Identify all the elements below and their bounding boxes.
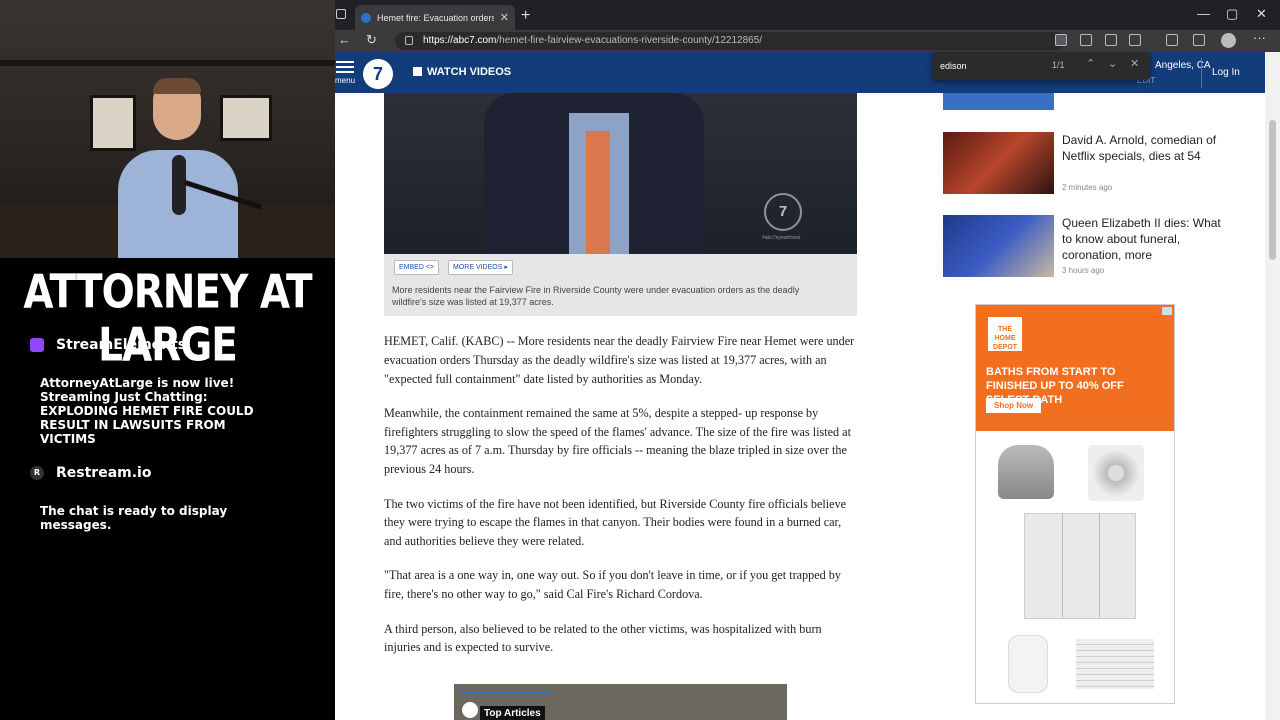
menu-button[interactable]: menu (335, 58, 355, 85)
collections-icon[interactable] (1193, 34, 1205, 46)
abc7-favicon-icon (361, 12, 371, 23)
tab-active[interactable]: Hemet fire: Evacuation orders e ✕ (355, 5, 515, 30)
tab-bar: Hemet fire: Evacuation orders e ✕ + — ▢ … (335, 0, 1280, 30)
article-paragraph: A third person, also believed to be rela… (384, 621, 822, 655)
vanity-seam (1062, 514, 1063, 618)
home-depot-logo: THE HOME DEPOT (988, 317, 1022, 351)
find-input[interactable] (940, 58, 1040, 74)
url-host: https://abc7.com (423, 35, 497, 46)
read-aloud-icon[interactable] (1080, 34, 1092, 46)
bookshelf (0, 60, 335, 66)
tile-product-image (1088, 445, 1144, 501)
watermark-tag: #abc7eyewitness (762, 235, 801, 241)
scrollbar-thumb[interactable] (1269, 120, 1276, 260)
maximize-icon[interactable]: ▢ (1226, 6, 1238, 22)
rail-thumbnail[interactable] (943, 93, 1054, 110)
close-window-icon[interactable]: ✕ (1256, 6, 1267, 22)
next-match-icon[interactable]: ⌄ (1108, 57, 1117, 70)
ad-banner: THE HOME DEPOT BATHS FROM START TO FINIS… (976, 305, 1174, 431)
chat-source-restream: R Restream.io (30, 465, 151, 481)
rail-headline[interactable]: David A. Arnold, comedian of Netflix spe… (1062, 132, 1222, 164)
sidebar-toggle-icon[interactable] (336, 9, 346, 19)
favorites-list-icon[interactable] (1166, 34, 1178, 46)
tab-title: Hemet fire: Evacuation orders e (377, 12, 494, 23)
home-depot-ad[interactable]: THE HOME DEPOT BATHS FROM START TO FINIS… (975, 304, 1175, 704)
more-videos-button[interactable]: MORE VIDEOS ▸ (448, 260, 513, 275)
stool-product-image (1008, 635, 1048, 693)
location-label[interactable]: Angeles, CA (1155, 60, 1211, 71)
abc7-logo[interactable]: 7 (363, 59, 393, 89)
webcam-feed (0, 0, 335, 258)
find-match-count: 1/1 (1052, 60, 1065, 70)
watch-videos-label: WATCH VIDEOS (427, 66, 512, 78)
adchoices-icon[interactable] (1162, 307, 1172, 315)
find-bar: 1/1 ⌃ ⌄ ✕ (932, 52, 1150, 80)
chat-source-label: Restream.io (56, 465, 152, 481)
close-tab-icon[interactable]: ✕ (500, 11, 509, 24)
stream-overlay: ATTORNEY AT LARGE StreamElements Attorne… (0, 0, 335, 720)
article-paragraph: Meanwhile, the containment remained the … (384, 405, 851, 477)
hamburger-line (336, 61, 354, 63)
menu-label: menu (335, 76, 356, 85)
watch-videos-link[interactable]: WATCH VIDEOS (413, 66, 511, 78)
chat-message: AttorneyAtLarge is now live! Streaming J… (40, 376, 254, 446)
hamburger-line (336, 71, 354, 73)
video-caption: More residents near the Fairview Fire in… (392, 285, 800, 307)
login-link[interactable]: Log In (1212, 67, 1240, 78)
browser-window: Hemet fire: Evacuation orders e ✕ + — ▢ … (335, 0, 1280, 720)
abc7-watermark-icon: 7 (764, 193, 802, 231)
twitch-icon (30, 338, 44, 352)
header-divider (1201, 58, 1202, 88)
video-player[interactable]: 7 #abc7eyewitness (384, 93, 857, 254)
chat-message: The chat is ready to display messages. (40, 504, 228, 532)
page-scrollbar[interactable] (1265, 52, 1280, 720)
video-progress (460, 692, 552, 694)
lock-icon (405, 36, 413, 45)
towels-product-image (1076, 639, 1154, 689)
chat-source-label: StreamElements (56, 337, 187, 353)
channel-banner-title: ATTORNEY AT LARGE (23, 266, 312, 373)
top-articles-label: Top Articles (480, 706, 545, 720)
shop-now-button[interactable]: Shop Now (986, 398, 1042, 413)
abc7-logo-icon (462, 702, 478, 718)
video-caption-box: EMBED <> MORE VIDEOS ▸ More residents ne… (384, 254, 857, 316)
browser-toolbar: ← ↻ https://abc7.com/hemet-fire-fairview… (335, 30, 1280, 52)
faucet-product-image (998, 445, 1054, 499)
more-menu-icon[interactable]: ··· (1253, 30, 1266, 45)
top-articles-video[interactable]: Top Articles (454, 684, 787, 720)
streamer-hair (153, 78, 201, 94)
video-icon (413, 67, 422, 76)
article-body: HEMET, Calif. (KABC) -- More residents n… (384, 332, 860, 673)
article-paragraph: "That area is a one way in, one way out.… (384, 568, 841, 602)
new-tab-icon[interactable]: + (521, 7, 530, 25)
chat-source-streamelements: StreamElements (30, 337, 186, 353)
minimize-icon[interactable]: — (1197, 6, 1210, 21)
rail-timestamp: 3 hours ago (1062, 266, 1105, 275)
close-find-icon[interactable]: ✕ (1130, 57, 1139, 70)
restream-icon: R (30, 466, 44, 480)
embed-button[interactable]: EMBED <> (394, 260, 440, 275)
vanity-seam (1099, 514, 1100, 618)
rail-timestamp: 2 minutes ago (1062, 183, 1113, 192)
address-bar[interactable]: https://abc7.com/hemet-fire-fairview-eva… (395, 32, 1065, 50)
rail-thumbnail[interactable] (943, 132, 1054, 194)
previous-match-icon[interactable]: ⌃ (1086, 57, 1095, 70)
vanity-product-image (1024, 513, 1136, 619)
rail-headline[interactable]: Queen Elizabeth II dies: What to know ab… (1062, 215, 1222, 263)
article-paragraph: HEMET, Calif. (KABC) -- More residents n… (384, 334, 855, 386)
rail-thumbnail[interactable] (943, 215, 1054, 277)
back-icon[interactable]: ← (338, 32, 351, 47)
favorite-star-icon[interactable] (1129, 34, 1141, 46)
url-path: /hemet-fire-fairview-evacuations-riversi… (496, 35, 763, 46)
hamburger-line (336, 66, 354, 68)
anchor-tie (586, 131, 610, 254)
refresh-icon[interactable]: ↻ (366, 32, 377, 48)
profile-avatar-icon[interactable] (1221, 33, 1236, 48)
find-in-page-icon[interactable] (1055, 34, 1067, 46)
reader-view-icon[interactable] (1105, 34, 1117, 46)
article-paragraph: The two victims of the fire have not bee… (384, 496, 847, 549)
